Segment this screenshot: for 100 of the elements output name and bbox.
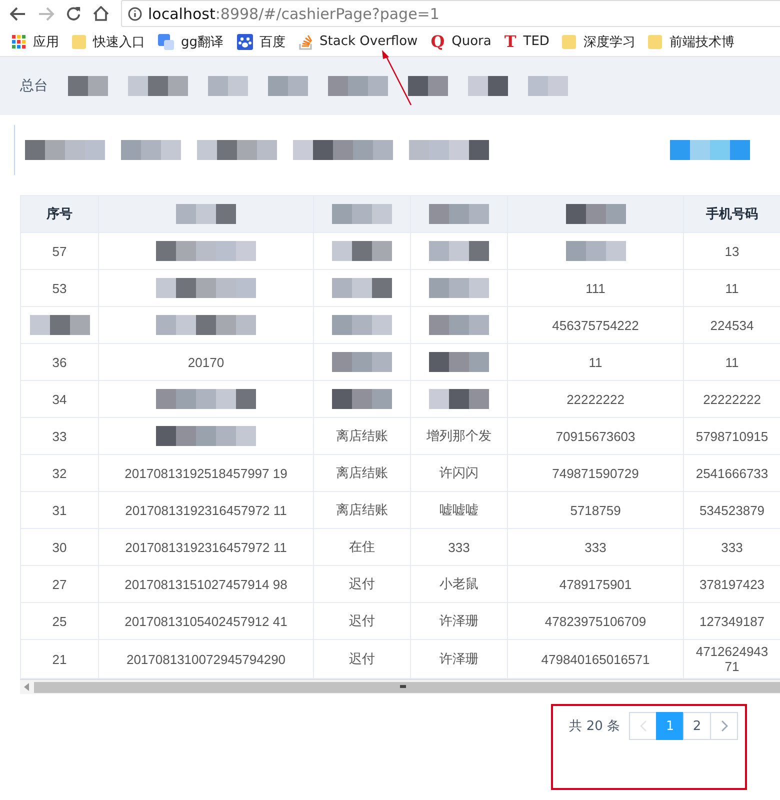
home-icon[interactable] <box>93 6 109 21</box>
table-cell: 20170 <box>188 354 224 370</box>
table-cell: 47823975106709 <box>544 614 646 628</box>
stack-icon <box>298 34 313 50</box>
table-cell: 迟付 <box>349 576 375 591</box>
table-cell: 57 <box>52 244 67 258</box>
pixelated-block <box>468 76 508 96</box>
table-cell-text: 471262494371 <box>694 644 770 674</box>
reload-icon[interactable] <box>66 6 81 21</box>
pixelated-block <box>429 389 489 409</box>
folder-icon <box>562 34 576 50</box>
pixelated-block <box>332 315 392 335</box>
pixelated-block <box>30 315 90 335</box>
bookmark[interactable]: 百度 <box>236 32 286 50</box>
pixelated-block <box>332 204 392 224</box>
table-cell: 53 <box>52 280 67 296</box>
pixelated-block <box>176 204 236 224</box>
table-cell: 离店结账 <box>336 428 388 443</box>
logo-letter-icon: Q <box>430 34 445 50</box>
table-cell: 30 <box>52 540 67 554</box>
back-arrow-icon[interactable] <box>10 6 26 20</box>
table-cell: 许闪闪 <box>440 465 478 480</box>
table-cell: 749871590729 <box>552 466 639 480</box>
table-cell: 25 <box>52 614 67 628</box>
column-header: 手机号码 <box>706 206 758 221</box>
pixelated-block <box>332 389 392 409</box>
forward-arrow-icon[interactable] <box>38 6 54 20</box>
pixelated-block <box>328 76 388 96</box>
apps-grid-icon <box>12 34 26 48</box>
bookmark[interactable]: Stack Overflow <box>298 34 418 50</box>
pixelated-block <box>429 315 489 335</box>
table-cell: 11 <box>725 280 739 296</box>
pixelated-block <box>68 76 108 96</box>
table-cell: 20170813192316457972 11 <box>125 540 287 554</box>
scroll-left-icon[interactable] <box>24 683 30 691</box>
table-cell: 127349187 <box>699 614 765 628</box>
info-icon[interactable] <box>128 6 142 20</box>
table-cell: 2541666733 <box>696 466 768 480</box>
table-cell: 333 <box>448 540 470 554</box>
table-cell: 111 <box>586 280 606 296</box>
table-cell: 34 <box>52 392 67 406</box>
table-cell: 33 <box>52 428 67 444</box>
pixelated-block <box>268 76 308 96</box>
table-cell: 333 <box>721 540 743 554</box>
pixelated-block <box>429 241 489 261</box>
table-cell: 534523879 <box>699 502 765 518</box>
table-cell: 2017081310072945794290 <box>126 652 286 666</box>
table-cell: 31 <box>52 502 67 518</box>
total-count: 共 20 条 <box>569 718 620 735</box>
bookmark[interactable]: 深度学习 <box>562 32 636 50</box>
pixelated-block <box>332 352 392 372</box>
pixelated-block <box>121 140 181 160</box>
bookmark[interactable]: Q Quora <box>430 34 492 50</box>
folder-icon <box>648 34 662 50</box>
table-cell: 22222222 <box>566 392 624 406</box>
nav-item[interactable]: 总台 <box>20 77 48 95</box>
page-button[interactable]: 2 <box>683 712 711 740</box>
table-cell: 27 <box>52 576 67 592</box>
chevron-left-icon <box>640 720 646 732</box>
pixelated-block <box>566 241 626 261</box>
pixelated-block <box>128 76 188 96</box>
folder-icon <box>72 34 86 50</box>
table-cell: 21 <box>52 652 67 666</box>
pixelated-block <box>566 204 626 224</box>
table-cell: 20170813105402457912 41 <box>124 614 288 628</box>
table-cell: 离店结账 <box>336 465 388 480</box>
table-cell: 5718759 <box>570 502 621 518</box>
paw-icon <box>236 34 253 50</box>
pixelated-block <box>208 76 248 96</box>
horizontal-scrollbar[interactable] <box>20 679 780 694</box>
bookmark[interactable]: T TED <box>504 34 550 50</box>
table-cell: 333 <box>584 540 606 554</box>
url-text: localhost:8998/#/cashierPage?page=1 <box>148 4 440 22</box>
table-cell: 迟付 <box>349 613 375 628</box>
table-cell: 20170813151027457914 98 <box>124 576 288 592</box>
bookmark[interactable]: 快速入口 <box>72 32 145 50</box>
table-cell: 11 <box>725 354 739 370</box>
table-cell: 11 <box>588 354 602 370</box>
table-cell: 22222222 <box>703 392 761 406</box>
next-page-button[interactable] <box>710 712 738 740</box>
table-cell: 增列那个发 <box>426 428 492 443</box>
annotation-arrow <box>380 50 414 106</box>
table-cell: 20170813192316457972 11 <box>125 502 287 518</box>
table-cell: 离店结账 <box>336 502 388 517</box>
table-cell: 许泽珊 <box>440 613 478 628</box>
pixelated-block <box>429 278 489 298</box>
address-bar[interactable]: localhost:8998/#/cashierPage?page=1 <box>121 0 780 27</box>
translate-icon <box>158 34 174 50</box>
bookmark[interactable]: gg翻译 <box>158 32 224 50</box>
table-cell: 32 <box>52 466 67 480</box>
table-cell: 许泽珊 <box>440 651 478 666</box>
pixelated-block <box>429 204 489 224</box>
pixelated-block <box>528 76 568 96</box>
pixelated-block <box>332 278 392 298</box>
table-cell: 378197423 <box>699 576 765 592</box>
column-header: 序号 <box>46 206 72 221</box>
bookmark[interactable]: 前端技术博 <box>648 32 734 50</box>
table-cell: 在住 <box>349 539 375 554</box>
bookmark[interactable]: 应用 <box>12 32 59 50</box>
table-cell: 20170813192518457997 19 <box>124 466 288 480</box>
